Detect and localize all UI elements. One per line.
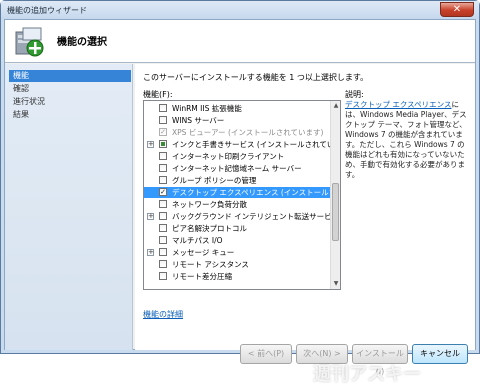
feature-checkbox[interactable] — [159, 104, 167, 112]
feature-row[interactable]: WINS サーバー — [144, 115, 330, 126]
wizard-window: 機能の追加ウィザード ✕ 機能の選択 機能 確認 進行状況 結果 このサーバーに… — [0, 0, 480, 385]
description-link[interactable]: デスクトップ エクスペリエンス — [345, 100, 451, 109]
feature-label: バックグラウンド インテリジェント転送サービス — [172, 212, 330, 221]
description-label: 説明: — [345, 90, 364, 99]
feature-checkbox[interactable] — [159, 164, 167, 172]
feature-checkbox[interactable] — [159, 272, 167, 280]
description-panel: デスクトップ エクスペリエンスには、Windows Media Player、デ… — [345, 100, 469, 180]
wizard-client: 機能の選択 機能 確認 進行状況 結果 このサーバーにインストールする機能を 1… — [4, 19, 476, 385]
feature-label: ピア名解決プロトコル — [172, 224, 247, 233]
feature-label: デスクトップ エクスペリエンス (インストールさ — [172, 188, 330, 197]
back-button[interactable]: < 前へ(P) — [240, 344, 292, 364]
feature-checkbox: ✓ — [159, 128, 167, 136]
feature-label: インクと手書きサービス (インストールされてい — [172, 140, 330, 149]
feature-row[interactable]: グループ ポリシーの管理 — [144, 175, 330, 186]
expand-icon[interactable]: + — [147, 213, 154, 220]
step-progress[interactable]: 進行状況 — [9, 96, 131, 108]
feature-row[interactable]: + インクと手書きサービス (インストールされてい — [144, 139, 330, 150]
wizard-steps: 機能 確認 進行状況 結果 — [5, 64, 133, 350]
expand-icon[interactable]: + — [147, 249, 154, 256]
features-label: 機能(F): — [143, 90, 173, 99]
scroll-down-icon[interactable]: ▼ — [331, 279, 340, 289]
feature-row[interactable]: ✓ デスクトップ エクスペリエンス (インストールさ — [144, 187, 330, 198]
feature-label: WinRM IIS 拡張機能 — [172, 104, 242, 113]
step-features[interactable]: 機能 — [9, 70, 131, 82]
feature-checkbox[interactable]: ✓ — [159, 188, 167, 196]
feature-label: XPS ビューアー (インストールされています) — [172, 128, 324, 137]
step-confirm[interactable]: 確認 — [9, 83, 131, 95]
scroll-up-icon[interactable]: ▲ — [331, 101, 340, 111]
feature-row[interactable]: ✓ XPS ビューアー (インストールされています) — [144, 127, 330, 138]
server-add-icon — [15, 27, 44, 57]
feature-row[interactable]: ピア名解決プロトコル — [144, 223, 330, 234]
feature-checkbox[interactable] — [159, 260, 167, 268]
feature-row[interactable]: ネットワーク負荷分散 — [144, 199, 330, 210]
description-text: には、Windows Media Player、デスクトップ テーマ、フォト管理… — [345, 100, 467, 179]
expand-icon[interactable]: + — [147, 141, 154, 148]
feature-checkbox[interactable] — [159, 152, 167, 160]
scroll-thumb[interactable] — [332, 183, 339, 241]
feature-checkbox[interactable] — [159, 116, 167, 124]
watermark: 週刊アスキー — [313, 364, 421, 385]
feature-label: グループ ポリシーの管理 — [172, 176, 257, 185]
title-bar: 機能の追加ウィザード ✕ — [1, 1, 479, 19]
feature-label: インターネット印刷クライアント — [172, 152, 285, 161]
feature-checkbox[interactable] — [159, 212, 167, 220]
page-title: 機能の選択 — [57, 37, 107, 48]
feature-row[interactable]: + バックグラウンド インテリジェント転送サービス — [144, 211, 330, 222]
feature-checkbox[interactable] — [159, 176, 167, 184]
feature-row[interactable]: マルチパス I/O — [144, 235, 330, 246]
close-button[interactable]: ✕ — [440, 2, 474, 17]
feature-checkbox[interactable] — [159, 140, 167, 148]
feature-row[interactable]: リモート アシスタンス — [144, 259, 330, 270]
feature-label: ネットワーク負荷分散 — [172, 200, 247, 209]
feature-label: マルチパス I/O — [172, 236, 223, 245]
feature-label: リモート差分圧縮 — [172, 272, 232, 281]
feature-row[interactable]: WinRM IIS 拡張機能 — [144, 103, 330, 114]
feature-list-scrollbar[interactable]: ▲ ▼ — [330, 101, 340, 289]
feature-row[interactable]: リモート差分圧縮 — [144, 271, 330, 282]
feature-checkbox[interactable] — [159, 236, 167, 244]
feature-label: メッセージ キュー — [172, 248, 235, 257]
feature-checkbox[interactable] — [159, 248, 167, 256]
feature-row[interactable]: + メッセージ キュー — [144, 247, 330, 258]
step-results[interactable]: 結果 — [9, 109, 131, 121]
feature-checkbox[interactable] — [159, 200, 167, 208]
feature-row[interactable]: インターネット印刷クライアント — [144, 151, 330, 162]
feature-list[interactable]: リモート差分圧縮 リモート アシスタンス + メッセージ キュー マルチパス I/O ピア… — [143, 100, 341, 290]
feature-label: インターネット記憶域ネーム サーバー — [172, 164, 302, 173]
wizard-header: 機能の選択 — [5, 20, 475, 63]
content-pane: このサーバーにインストールする機能を 1 つ以上選択します。 機能(F): 説明… — [135, 64, 475, 385]
feature-label: リモート アシスタンス — [172, 260, 249, 269]
feature-checkbox[interactable] — [159, 224, 167, 232]
instruction-text: このサーバーにインストールする機能を 1 つ以上選択します。 — [143, 73, 369, 82]
more-info-link[interactable]: 機能の詳細 — [143, 309, 183, 320]
feature-row[interactable]: インターネット記憶域ネーム サーバー — [144, 163, 330, 174]
window-title: 機能の追加ウィザード — [7, 6, 87, 15]
feature-label: WINS サーバー — [172, 116, 225, 125]
